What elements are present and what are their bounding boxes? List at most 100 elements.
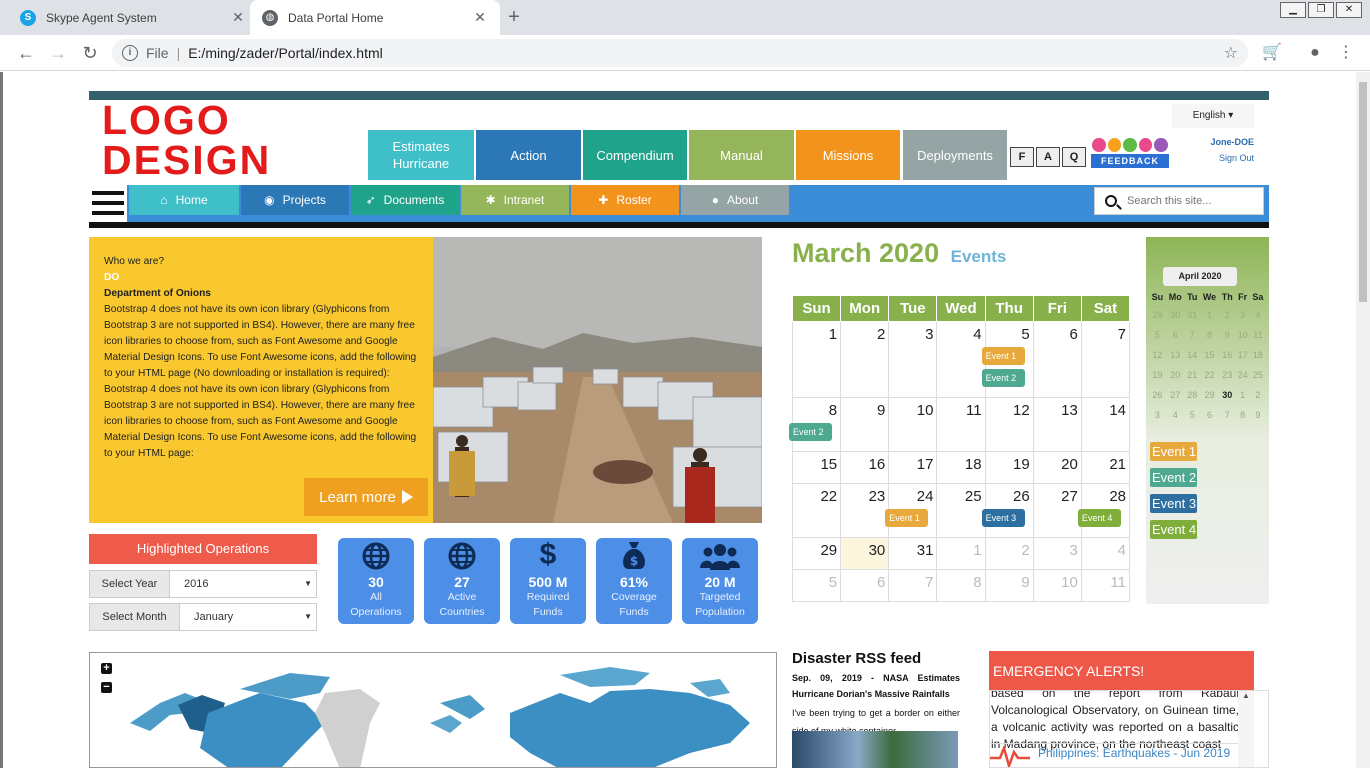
tab-data-portal[interactable]: ◍ Data Portal Home ✕ <box>250 0 500 35</box>
calendar-event[interactable]: Event 2 <box>789 423 832 441</box>
calendar-day-cell[interactable]: 14 <box>1080 397 1131 452</box>
calendar-day-cell[interactable]: 1 <box>791 321 842 398</box>
mini-calendar-day[interactable]: 28 <box>1185 385 1200 405</box>
calendar-day-cell[interactable]: 28 Event 4 <box>1077 483 1131 538</box>
calendar-day-cell[interactable]: 10 <box>888 397 938 452</box>
nav-missions[interactable]: Missions <box>796 130 900 180</box>
mini-calendar-day[interactable]: 6 <box>1200 405 1219 425</box>
calendar-day-cell[interactable]: 11 <box>936 397 986 452</box>
nav-deployments[interactable]: Deployments <box>903 130 1007 180</box>
mini-calendar-day[interactable]: 11 <box>1250 325 1266 345</box>
calendar-day-cell[interactable]: 17 <box>888 451 938 484</box>
subnav-documents[interactable]: ➶ Documents <box>351 185 459 215</box>
mini-calendar-day[interactable]: 29 <box>1149 305 1166 325</box>
calendar-day-cell[interactable]: 3 <box>1032 537 1082 570</box>
new-tab-button[interactable]: + <box>503 6 525 29</box>
calendar-day-cell[interactable]: 2 <box>840 321 890 398</box>
mini-calendar-day[interactable]: 9 <box>1219 325 1235 345</box>
mini-calendar-day[interactable]: 7 <box>1219 405 1235 425</box>
calendar-day-cell[interactable]: 5 <box>791 569 842 602</box>
calendar-event[interactable]: Event 1 <box>981 347 1025 365</box>
calendar-day-cell[interactable]: 21 <box>1080 451 1131 484</box>
calendar-day-cell[interactable]: 15 <box>791 451 842 484</box>
calendar-event[interactable]: Event 2 <box>981 369 1025 387</box>
calendar-event[interactable]: Event 4 <box>1077 509 1121 527</box>
calendar-day-cell[interactable]: 6 <box>840 569 890 602</box>
mini-calendar-day[interactable]: 10 <box>1235 325 1250 345</box>
calendar-day-cell[interactable]: 2 <box>984 537 1034 570</box>
subnav-about[interactable]: ● About <box>681 185 789 215</box>
mini-calendar-day[interactable]: 26 <box>1149 385 1166 405</box>
mini-calendar-day[interactable]: 24 <box>1235 365 1250 385</box>
tab-skype-agent[interactable]: S Skype Agent System ✕ <box>8 0 258 35</box>
stat-all-operations[interactable]: 30 All Operations <box>338 538 414 624</box>
mini-calendar-day[interactable]: 2 <box>1219 305 1235 325</box>
calendar-day-cell[interactable]: 24 Event 1 <box>885 483 938 538</box>
learn-more-button[interactable]: Learn more <box>304 478 428 516</box>
calendar-day-cell[interactable]: 5 Event 1 Event 2 <box>981 321 1034 398</box>
mini-calendar-day[interactable]: 3 <box>1149 405 1166 425</box>
mini-calendar-day[interactable]: 5 <box>1149 325 1166 345</box>
forward-icon[interactable]: → <box>46 41 70 65</box>
minimize-icon[interactable]: ▁ <box>1280 2 1306 18</box>
select-month[interactable]: Select Month January <box>89 603 317 631</box>
calendar-day-cell[interactable]: 29 <box>791 537 842 570</box>
mini-calendar-day[interactable]: 4 <box>1166 405 1185 425</box>
mini-calendar-day[interactable]: 1 <box>1200 305 1219 325</box>
address-bar[interactable]: i File | E:/ming/zader/Portal/index.html… <box>112 39 1248 67</box>
calendar-day-cell[interactable]: 27 <box>1032 483 1082 538</box>
close-window-icon[interactable]: ✕ <box>1336 2 1362 18</box>
mini-calendar-day[interactable]: 16 <box>1219 345 1235 365</box>
calendar-event[interactable]: Event 1 <box>885 509 929 527</box>
select-month-value[interactable]: January <box>180 604 316 630</box>
calendar-day-cell[interactable]: 9 <box>984 569 1034 602</box>
menu-dots-icon[interactable]: ⋮ <box>1336 43 1356 63</box>
close-tab-icon[interactable]: ✕ <box>230 9 246 26</box>
bookmark-star-icon[interactable]: ☆ <box>1224 43 1238 63</box>
restore-icon[interactable]: ❐ <box>1308 2 1334 18</box>
faq-button[interactable]: F A Q <box>1010 147 1088 167</box>
profile-icon[interactable]: ● <box>1305 43 1325 63</box>
info-icon[interactable]: i <box>122 45 138 61</box>
select-year-value[interactable]: 2016 <box>170 571 316 597</box>
feedback-button[interactable]: FEEDBACK <box>1091 138 1169 168</box>
mini-calendar-day[interactable]: 22 <box>1200 365 1219 385</box>
mini-calendar-day[interactable]: 20 <box>1166 365 1185 385</box>
calendar-day-cell[interactable]: 19 <box>984 451 1034 484</box>
mini-calendar-day[interactable]: 19 <box>1149 365 1166 385</box>
mini-calendar-day[interactable]: 8 <box>1235 405 1250 425</box>
mini-calendar-day[interactable]: 27 <box>1166 385 1185 405</box>
mini-calendar-day[interactable]: 14 <box>1185 345 1200 365</box>
nav-estimates-hurricane[interactable]: Estimates Hurricane <box>368 130 474 180</box>
calendar-day-cell[interactable]: 11 <box>1080 569 1131 602</box>
mini-calendar-day[interactable]: 29 <box>1200 385 1219 405</box>
mini-calendar-day[interactable]: 1 <box>1235 385 1250 405</box>
calendar-day-cell[interactable]: 1 <box>936 537 986 570</box>
subnav-roster[interactable]: ✚ Roster <box>571 185 679 215</box>
calendar-day-cell[interactable]: 10 <box>1032 569 1082 602</box>
calendar-day-cell[interactable]: 6 <box>1032 321 1082 398</box>
mini-calendar-day[interactable]: 6 <box>1166 325 1185 345</box>
nav-compendium[interactable]: Compendium <box>583 130 687 180</box>
legend-event-1[interactable]: Event 1 <box>1150 442 1197 461</box>
calendar-day-cell[interactable]: 7 <box>1080 321 1131 398</box>
stat-active-countries[interactable]: 27 Active Countries <box>424 538 500 624</box>
mini-calendar-day[interactable]: 4 <box>1250 305 1266 325</box>
mini-calendar-month[interactable]: April 2020 <box>1163 267 1237 286</box>
calendar-day-cell[interactable]: 16 <box>840 451 890 484</box>
legend-event-2[interactable]: Event 2 <box>1150 468 1197 487</box>
rss-headline[interactable]: Sep. 09, 2019 - NASA Estimates Hurricane… <box>792 670 960 702</box>
alerts-scrollbar[interactable]: ▲ <box>1238 691 1254 767</box>
calendar-day-cell[interactable]: 18 <box>936 451 986 484</box>
mini-calendar-day[interactable]: 5 <box>1185 405 1200 425</box>
calendar-day-cell[interactable]: 7 <box>888 569 938 602</box>
stat-targeted-population[interactable]: 20 M Targeted Population <box>682 538 758 624</box>
world-map[interactable]: + − <box>89 652 777 768</box>
mini-calendar-day[interactable]: 18 <box>1250 345 1266 365</box>
calendar-day-cell[interactable]: 9 <box>840 397 890 452</box>
cart-icon[interactable]: 🛒 <box>1262 43 1282 63</box>
calendar-day-cell[interactable]: 8 Event 2 <box>789 397 842 452</box>
mini-calendar-day[interactable]: 31 <box>1185 305 1200 325</box>
scrollbar-thumb[interactable] <box>1359 82 1367 302</box>
calendar-day-cell[interactable]: 13 <box>1032 397 1082 452</box>
